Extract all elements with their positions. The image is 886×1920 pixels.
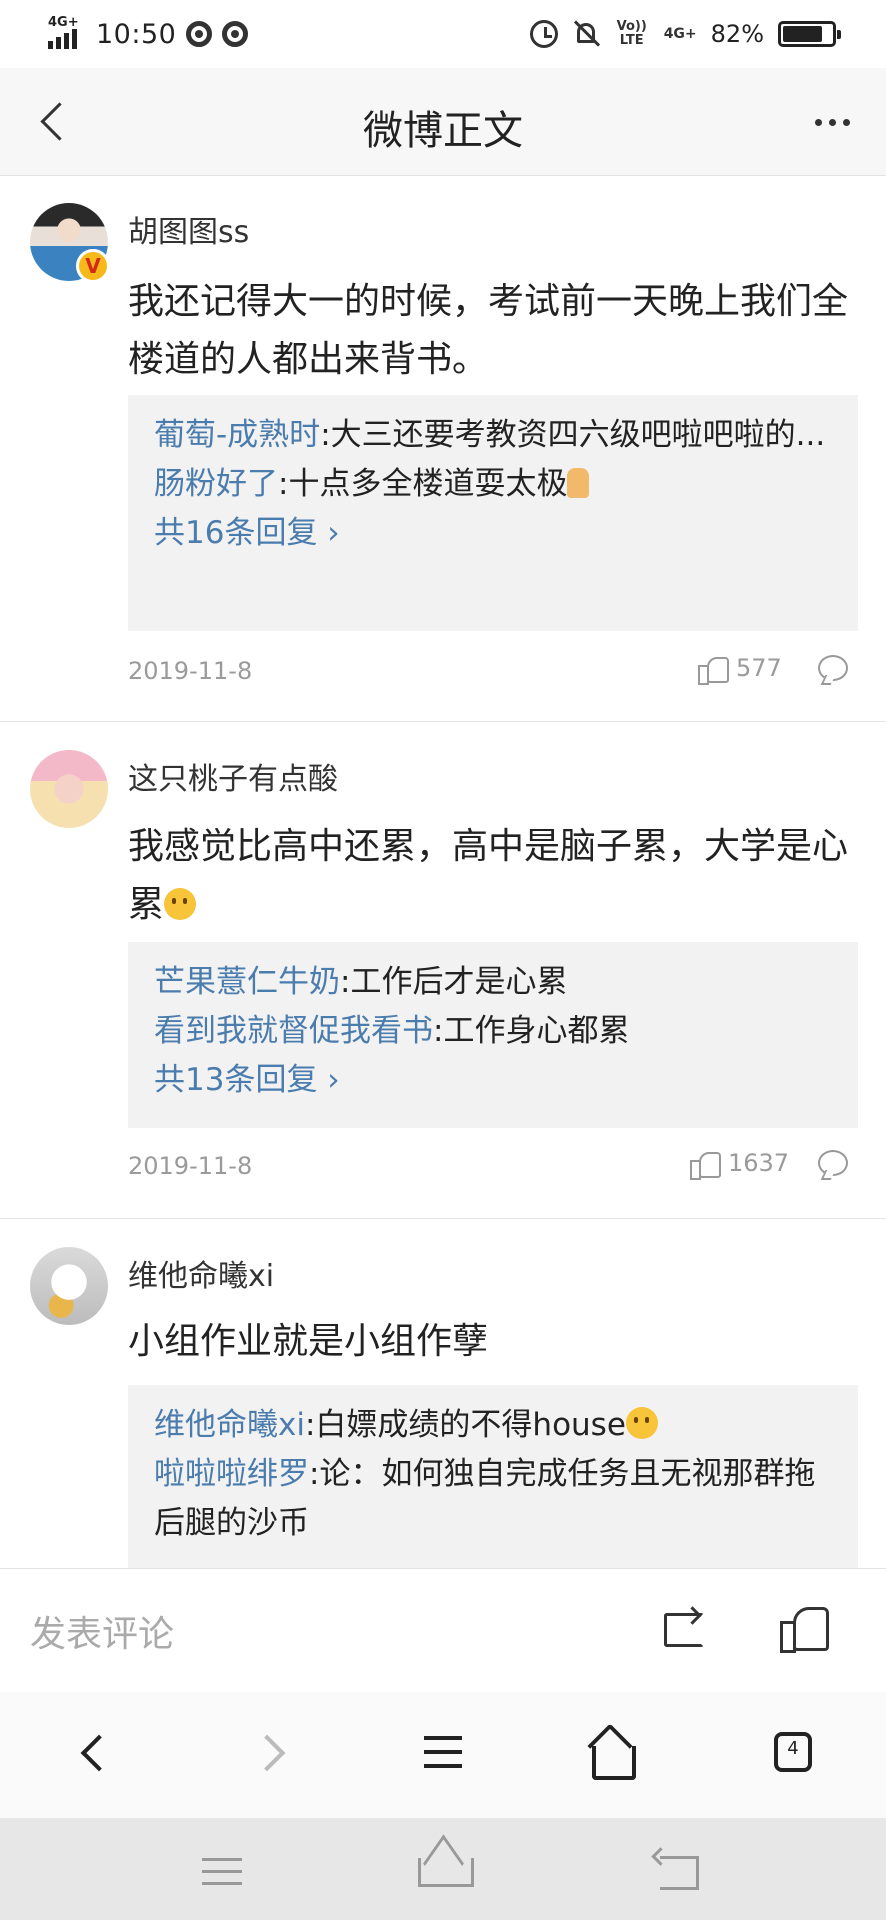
clock: 10:50 [96,18,177,50]
like-count: 1637 [728,1149,790,1177]
reply-text: 工作身心都累 [443,1013,630,1049]
network-label: 4G+ [663,26,697,42]
reply-username[interactable]: 葡萄-成熟时 [154,417,320,453]
avatar[interactable] [30,750,108,828]
tab-count: 4 [787,1738,799,1759]
reply-text: 十点多全楼道耍太极 [288,466,568,502]
comment-action-bar: 发表评论 [0,1568,886,1692]
like-button[interactable]: 1637 [690,1148,790,1180]
avatar[interactable] [30,1247,108,1325]
more-replies-link[interactable]: 共13条回复 › [154,1056,832,1105]
browser-home-button[interactable] [580,1722,640,1782]
thumbs-up-emoji-icon [567,468,590,498]
status-left: 4G+ 10:50 [48,15,249,52]
system-navigation-bar [0,1818,886,1920]
battery-icon [778,21,841,47]
top-nav-bar: 微博正文 [0,68,886,176]
comment-input[interactable]: 发表评论 [30,1605,174,1657]
recent-apps-button[interactable] [190,1848,250,1894]
comment-content: 我还记得大一的时候，考试前一天晚上我们全楼道的人都出来背书。 [128,281,849,380]
comment-username[interactable]: 这只桃子有点酸 [128,754,338,798]
reply-username[interactable]: 肠粉好了 [154,466,278,502]
reply-item[interactable]: 芒果薏仁牛奶:工作后才是心累 [154,958,832,1007]
chrome-icon [222,21,249,47]
comment-reply-icon[interactable] [818,655,848,681]
more-replies-link[interactable]: 共16条回复 › [154,509,832,558]
thinking-emoji-icon [164,888,197,920]
thumbs-up-icon [698,653,729,685]
browser-tabs-button[interactable]: 4 [762,1722,822,1782]
comment-username[interactable]: 胡图图ss [128,207,249,251]
like-button[interactable]: 577 [698,653,782,685]
system-back-button[interactable] [650,1848,710,1894]
mute-icon [572,19,600,49]
thumbs-up-icon[interactable] [780,1603,829,1653]
browser-back-button[interactable] [62,1722,122,1782]
reply-item[interactable]: 看到我就督促我看书:工作身心都累 [154,1007,832,1056]
comment-date: 2019-11-8 [128,1152,253,1180]
page-title: 微博正文 [363,108,523,154]
browser-forward-button[interactable] [244,1722,304,1782]
reply-username[interactable]: 维他命曦xi [154,1407,305,1443]
reply-item[interactable]: 葡萄-成熟时:大三还要考教资四六级吧啦吧啦的... [154,411,832,460]
comment-username[interactable]: 维他命曦xi [128,1251,274,1295]
reply-text: 白嫖成绩的不得house [315,1407,626,1443]
status-right: Vo)) LTE 4G+ 82% [529,14,841,54]
system-home-button[interactable] [416,1848,476,1894]
signal-icon: 4G+ [48,15,86,49]
chrome-icon [186,21,213,47]
repost-icon[interactable] [660,1609,704,1647]
reply-text: 大三还要考教资四六级吧啦吧啦的... [330,417,826,453]
reply-box[interactable]: 维他命曦xi:白嫖成绩的不得house 啦啦啦绯罗:论：如何独自完成任务且无视那… [128,1385,858,1568]
comment-content: 小组作业就是小组作孽 [128,1321,489,1362]
reply-item[interactable]: 维他命曦xi:白嫖成绩的不得house [154,1401,832,1450]
verified-badge: V [76,249,110,283]
comment-item: 维他命曦xi 小组作业就是小组作孽 维他命曦xi:白嫖成绩的不得house 啦啦… [0,1219,886,1568]
comment-content: 我感觉比高中还累，高中是脑子累，大学是心累 [128,826,849,925]
alarm-icon [529,20,558,48]
comment-item: 这只桃子有点酸 我感觉比高中还累，高中是脑子累，大学是心累 芒果薏仁牛奶:工作后… [0,722,886,1219]
more-options-button[interactable] [802,102,862,142]
browser-menu-button[interactable] [412,1722,472,1782]
comment-date: 2019-11-8 [128,657,253,685]
reply-username[interactable]: 看到我就督促我看书 [154,1013,433,1049]
reply-username[interactable]: 啦啦啦绯罗 [154,1456,309,1492]
browser-toolbar: 4 [0,1692,886,1818]
battery-percent: 82% [710,20,764,48]
thumbs-up-icon [690,1148,721,1180]
network-type-label: 4G+ [48,15,79,30]
reply-box[interactable]: 芒果薏仁牛奶:工作后才是心累 看到我就督促我看书:工作身心都累 共13条回复 › [128,942,858,1128]
status-bar: 4G+ 10:50 Vo)) LTE 4G+ 82% [0,0,886,68]
reply-text: 工作后才是心累 [350,964,568,1000]
thinking-emoji-icon [625,1407,658,1439]
reply-item[interactable]: 啦啦啦绯罗:论：如何独自完成任务且无视那群拖后腿的沙币 [154,1450,832,1548]
comment-item: V 胡图图ss 我还记得大一的时候，考试前一天晚上我们全楼道的人都出来背书。 葡… [0,177,886,722]
reply-item[interactable]: 肠粉好了:十点多全楼道耍太极 [154,460,832,509]
reply-username[interactable]: 芒果薏仁牛奶 [154,964,340,1000]
comment-reply-icon[interactable] [818,1150,848,1176]
volte-label: Vo)) LTE [616,19,647,48]
tabs-icon: 4 [774,1732,812,1772]
like-count: 577 [736,654,782,682]
reply-box[interactable]: 葡萄-成熟时:大三还要考教资四六级吧啦吧啦的... 肠粉好了:十点多全楼道耍太极… [128,395,858,631]
